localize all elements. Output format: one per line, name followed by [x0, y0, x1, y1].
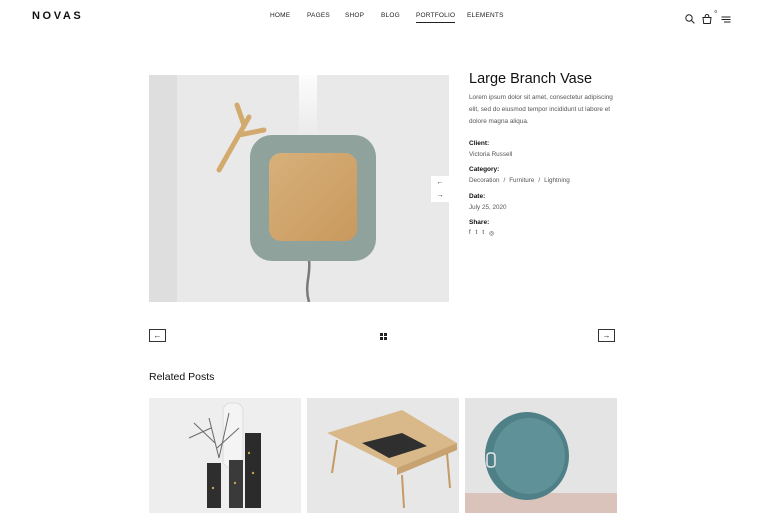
- slider-prev-button[interactable]: ←: [431, 176, 449, 189]
- table-image: [327, 410, 457, 509]
- cart-icon[interactable]: 0: [702, 9, 717, 24]
- next-project-button[interactable]: →: [598, 329, 615, 342]
- cart-count-badge: 0: [714, 9, 717, 14]
- project-description: Lorem ipsum dolor sit amet, consectetur …: [469, 94, 613, 125]
- category-list: Decoration / Furniture / Lightning: [469, 177, 570, 184]
- category-separator: /: [538, 177, 541, 184]
- header-icons: 0: [685, 9, 735, 25]
- project-hero-image: [149, 75, 449, 302]
- slider-arrows: ← →: [431, 176, 449, 202]
- menu-icon[interactable]: [721, 11, 733, 23]
- prev-project-button[interactable]: ←: [149, 329, 166, 342]
- client-value: Victoria Russell: [469, 151, 513, 158]
- nav-portfolio[interactable]: PORTFOLIO: [416, 12, 456, 23]
- client-label: Client:: [469, 140, 490, 147]
- share-label: Share:: [469, 219, 490, 226]
- grid-icon[interactable]: [380, 333, 387, 340]
- share-icons: f t t ◎: [469, 230, 494, 237]
- instagram-icon[interactable]: ◎: [489, 230, 494, 237]
- nav-home[interactable]: HOME: [270, 12, 290, 19]
- device-illustration: [216, 75, 376, 302]
- nav-elements[interactable]: ELEMENTS: [467, 12, 504, 19]
- tray-image: [465, 412, 617, 513]
- nav-shop[interactable]: SHOP: [345, 12, 364, 19]
- category-label: Category:: [469, 166, 500, 173]
- main-nav: HOME PAGES SHOP BLOG PORTFOLIO ELEMENTS: [0, 12, 765, 26]
- related-posts-title: Related Posts: [149, 371, 215, 383]
- nav-blog[interactable]: BLOG: [381, 12, 400, 19]
- slider-next-button[interactable]: →: [431, 189, 449, 202]
- date-label: Date:: [469, 193, 486, 200]
- category-decoration[interactable]: Decoration: [469, 177, 499, 184]
- date-value: July 25, 2020: [469, 204, 507, 211]
- related-post-card-table[interactable]: [307, 398, 459, 513]
- facebook-icon[interactable]: f: [469, 230, 471, 237]
- category-lightning[interactable]: Lightning: [544, 177, 570, 184]
- category-separator: /: [503, 177, 506, 184]
- related-post-card-vases[interactable]: [149, 398, 301, 513]
- category-furniture[interactable]: Furniture: [509, 177, 534, 184]
- twitter-icon[interactable]: t: [476, 230, 478, 237]
- tumblr-icon[interactable]: t: [482, 230, 484, 237]
- project-title: Large Branch Vase: [469, 71, 593, 87]
- vases-image: [188, 402, 261, 508]
- nav-pages[interactable]: PAGES: [307, 12, 330, 19]
- related-post-card-tray[interactable]: [465, 398, 617, 513]
- search-icon[interactable]: [685, 11, 697, 24]
